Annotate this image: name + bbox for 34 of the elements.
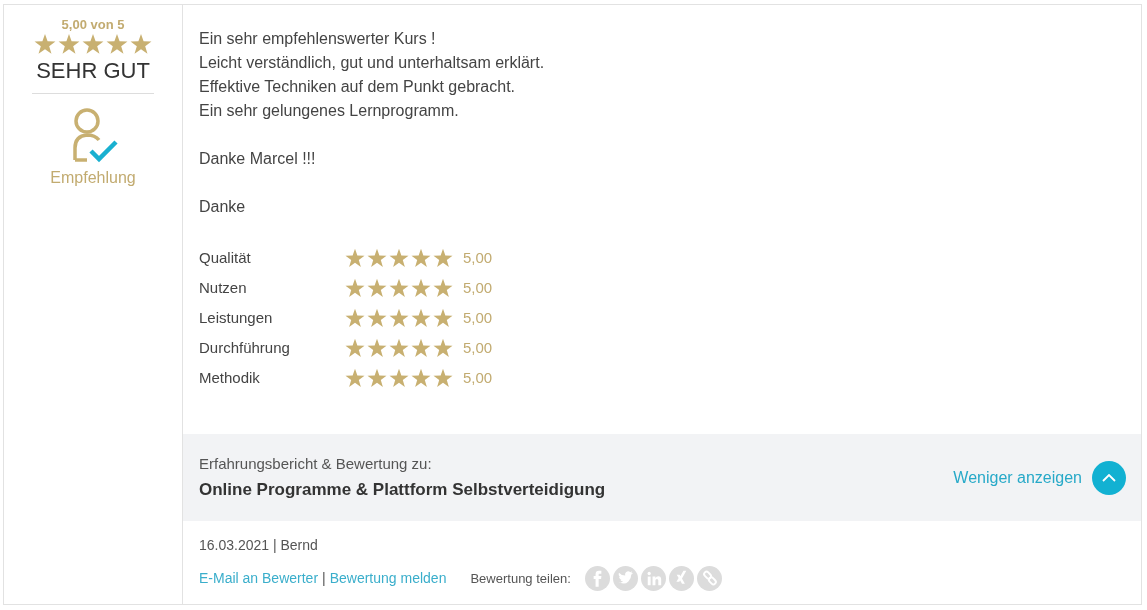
criterion-score: 5,00 xyxy=(463,307,493,328)
rating-verdict: SEHR GUT xyxy=(32,57,154,94)
criterion-label: Methodik xyxy=(199,367,261,388)
criterion-score: 5,00 xyxy=(463,247,493,268)
share-icon[interactable] xyxy=(640,566,666,591)
criterion-label: Qualität xyxy=(199,247,252,268)
share-label: Bewertung teilen: xyxy=(470,569,571,588)
separator: | xyxy=(322,569,326,588)
collapse-button[interactable] xyxy=(1092,460,1126,495)
criterion-score: 5,00 xyxy=(463,277,493,298)
recommendation-label: Empfehlung xyxy=(50,168,136,188)
criterion-label: Durchführung xyxy=(199,337,291,358)
review-text: Danke Marcel !!! xyxy=(199,149,317,169)
chevron-up-icon xyxy=(1102,473,1116,482)
review-text: Leicht verständlich, gut und unterhaltsam erklärt. xyxy=(199,53,546,73)
review-link[interactable]: E-Mail an Bewerter xyxy=(199,568,319,589)
share-icon[interactable] xyxy=(668,566,694,591)
subject-intro: Erfahrungsbericht & Bewertung zu: xyxy=(199,453,433,474)
review-text: Effektive Techniken auf dem Punkt gebracht. xyxy=(199,77,517,97)
share-icon[interactable] xyxy=(612,566,638,591)
link-share-icon[interactable] xyxy=(696,566,722,591)
score-text: 5,00 von 5 xyxy=(61,17,125,33)
review-meta: 16.03.2021 | Bernd xyxy=(198,536,319,555)
review-text: Ein sehr gelungenes Lernprogramm. xyxy=(199,101,460,121)
criterion-score: 5,00 xyxy=(463,337,493,358)
subject-title: Online Programme & Plattform Selbstverteidigung xyxy=(199,479,607,501)
show-less-link[interactable]: Weniger anzeigen xyxy=(953,465,1082,490)
review-text: Danke xyxy=(199,197,247,217)
criterion-label: Leistungen xyxy=(199,307,274,328)
criterion-score: 5,00 xyxy=(463,367,493,388)
criterion-label: Nutzen xyxy=(199,277,248,298)
review-link[interactable]: Bewertung melden xyxy=(329,568,447,589)
review-text: Ein sehr empfehlenswerter Kurs ! xyxy=(199,29,437,49)
share-icon[interactable] xyxy=(584,566,610,591)
